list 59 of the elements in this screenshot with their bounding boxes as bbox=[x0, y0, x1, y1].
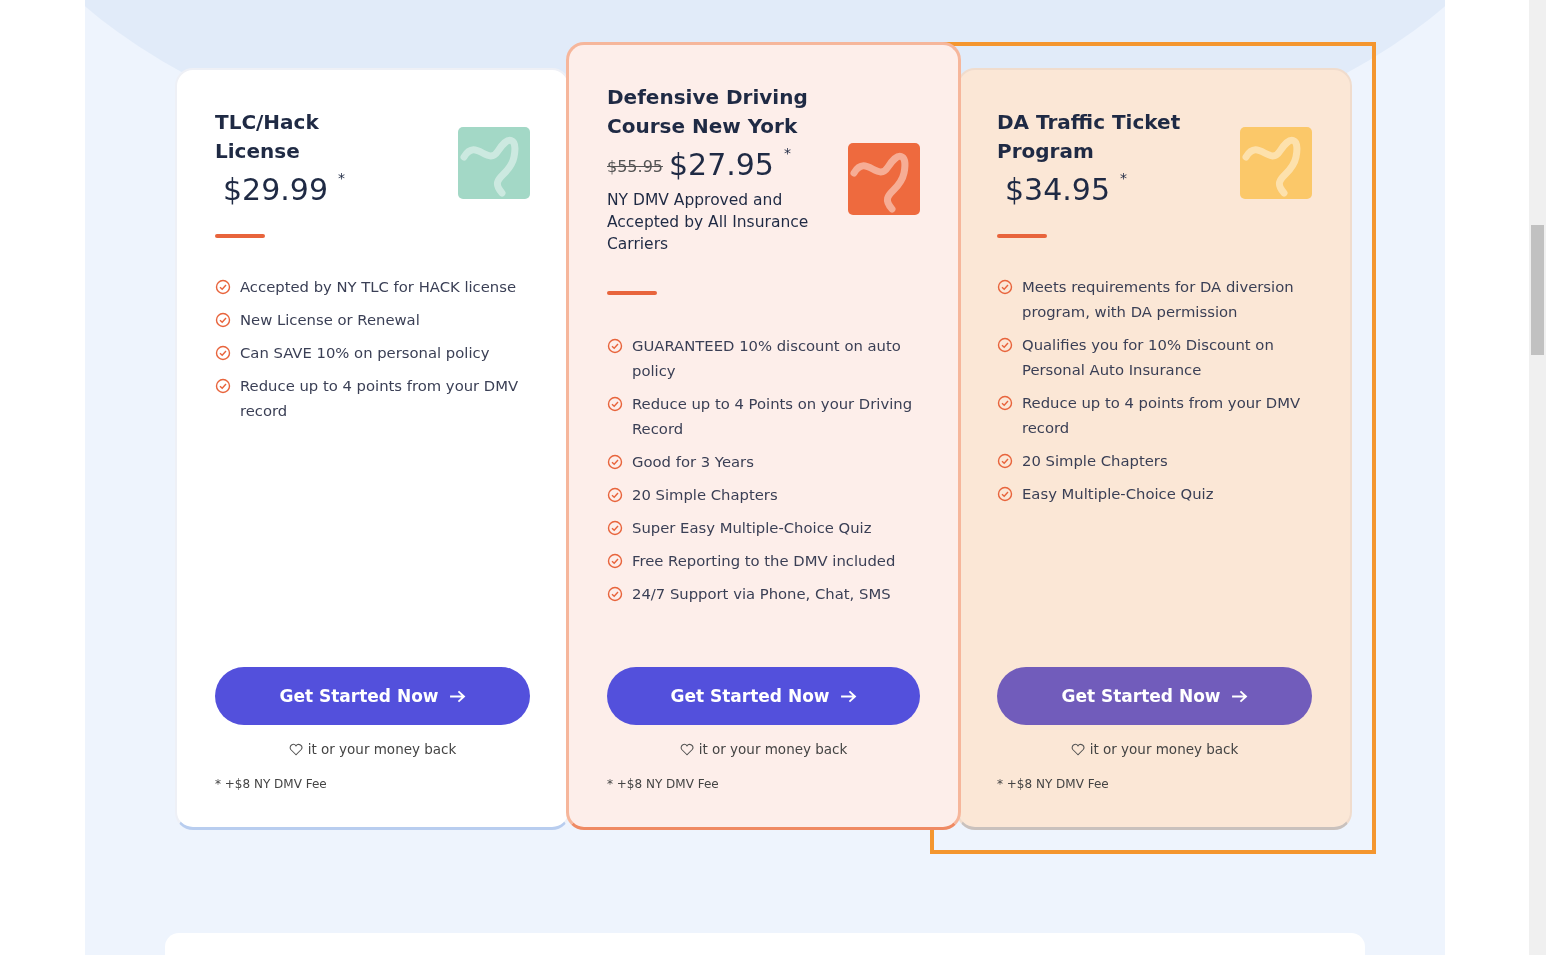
guarantee-text: it or your money back bbox=[698, 741, 848, 757]
price-footnote-mark: * bbox=[338, 170, 345, 186]
plan-title: DA Traffic Ticket Program bbox=[997, 109, 1182, 165]
fee-note: * +$8 NY DMV Fee bbox=[997, 777, 1110, 791]
feature-text: Meets requirements for DA diversion program, with DA permission bbox=[1022, 277, 1295, 322]
plan-subtitle: NY DMV Approved and Accepted by All Insurance Carriers bbox=[607, 190, 810, 255]
feature-text: GUARANTEED 10% discount on auto policy bbox=[632, 336, 902, 381]
check-circle-icon bbox=[607, 520, 623, 536]
fee-note: * +$8 NY DMV Fee bbox=[607, 777, 720, 791]
check-circle-icon bbox=[607, 396, 623, 412]
get-started-button[interactable]: Get Started Now bbox=[997, 667, 1312, 725]
plan-price: $34.95 bbox=[1005, 171, 1110, 209]
arrow-right-icon bbox=[839, 689, 857, 703]
check-circle-icon bbox=[997, 337, 1013, 353]
guarantee-text: it or your money back bbox=[307, 741, 457, 757]
check-circle-icon bbox=[215, 279, 231, 295]
check-circle-icon bbox=[607, 553, 623, 569]
heart-icon bbox=[288, 742, 303, 756]
old-price: $55.95 bbox=[607, 157, 663, 176]
get-started-button[interactable]: Get Started Now bbox=[215, 667, 530, 725]
plan-title: TLC/Hack License bbox=[215, 109, 320, 165]
feature-text: New License or Renewal bbox=[240, 310, 420, 330]
get-started-button[interactable]: Get Started Now bbox=[607, 667, 920, 725]
check-circle-icon bbox=[997, 279, 1013, 295]
check-circle-icon bbox=[607, 454, 623, 470]
check-circle-icon bbox=[215, 345, 231, 361]
plan-price: $29.99 bbox=[223, 171, 328, 209]
check-circle-icon bbox=[997, 486, 1013, 502]
check-circle-icon bbox=[607, 586, 623, 602]
check-circle-icon bbox=[997, 453, 1013, 469]
feature-text: 20 Simple Chapters bbox=[632, 485, 778, 505]
feature-text: Good for 3 Years bbox=[632, 452, 754, 472]
feature-text: Free Reporting to the DMV included bbox=[632, 551, 896, 571]
check-circle-icon bbox=[607, 487, 623, 503]
feature-text: Reduce up to 4 points from your DMV record bbox=[240, 376, 520, 421]
feature-text: Can SAVE 10% on personal policy bbox=[240, 343, 490, 363]
feature-text: Reduce up to 4 points from your DMV record bbox=[1022, 393, 1302, 438]
plan-price: $27.95 bbox=[669, 146, 774, 184]
arrow-right-icon bbox=[1230, 689, 1248, 703]
feature-text: Reduce up to 4 Points on your Driving Record bbox=[632, 394, 914, 439]
feature-text: 24/7 Support via Phone, Chat, SMS bbox=[632, 584, 891, 604]
guarantee-text: it or your money back bbox=[1089, 741, 1239, 757]
feature-text: 20 Simple Chapters bbox=[1022, 451, 1168, 471]
heart-icon bbox=[1070, 742, 1085, 756]
check-circle-icon bbox=[215, 312, 231, 328]
check-circle-icon bbox=[997, 395, 1013, 411]
feature-text: Accepted by NY TLC for HACK license bbox=[240, 277, 517, 297]
feature-text: Super Easy Multiple-Choice Quiz bbox=[632, 518, 872, 538]
check-circle-icon bbox=[215, 378, 231, 394]
scrollbar[interactable] bbox=[1529, 0, 1546, 955]
price-footnote-mark: * bbox=[783, 145, 791, 161]
feature-text: Qualifies you for 10% Discount on Personal Auto Insurance bbox=[1022, 335, 1275, 380]
plan-title: Defensive Driving Course New York bbox=[607, 84, 809, 140]
arrow-right-icon bbox=[448, 689, 466, 703]
check-circle-icon bbox=[607, 338, 623, 354]
heart-icon bbox=[679, 742, 694, 756]
fee-note: * +$8 NY DMV Fee bbox=[215, 777, 328, 791]
price-footnote-mark: * bbox=[1120, 170, 1127, 186]
feature-text: Easy Multiple-Choice Quiz bbox=[1022, 484, 1214, 504]
